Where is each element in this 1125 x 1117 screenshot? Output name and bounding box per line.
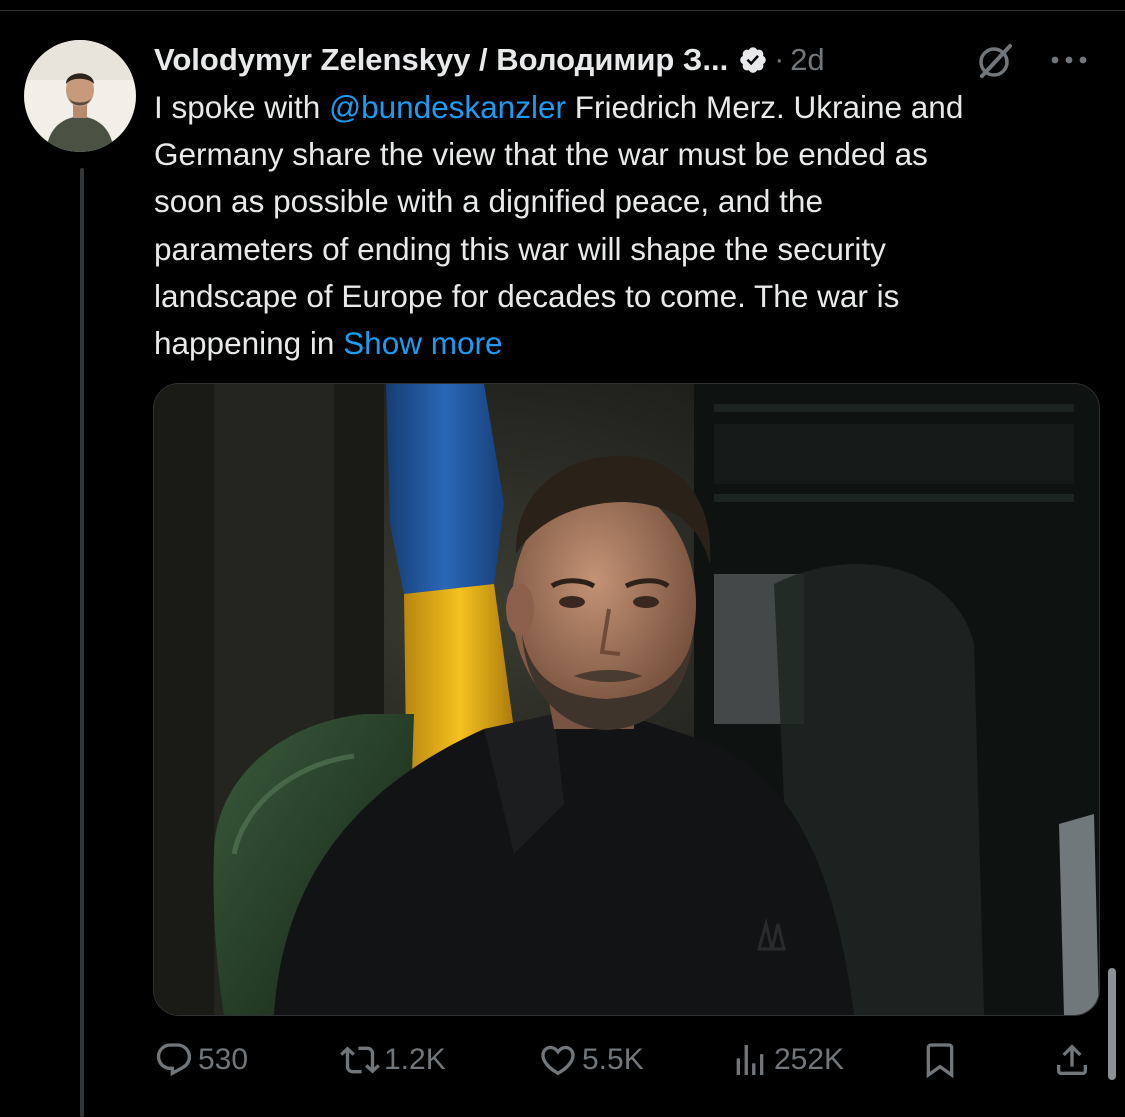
reply-icon (156, 1043, 192, 1077)
reply-button[interactable]: 530 (154, 1036, 248, 1084)
reply-count: 530 (198, 1043, 249, 1076)
tweet-media-photo[interactable] (153, 383, 1100, 1016)
like-count: 5.5K (582, 1043, 644, 1076)
tweet-timestamp[interactable]: 2d (790, 42, 824, 78)
share-icon (1057, 1044, 1087, 1075)
tweet-text: I spoke with @bundeskanzler Friedrich Me… (154, 84, 1114, 367)
repost-button[interactable]: 1.2K (340, 1036, 446, 1084)
thread-connector-line (80, 168, 84, 1117)
tweet-text-line-3: soon as possible with a dignified peace,… (154, 183, 823, 220)
repost-icon (340, 1046, 380, 1074)
text-segment: Friedrich Merz. Ukraine and (565, 89, 964, 125)
views-icon (736, 1045, 764, 1075)
text-segment: happening in (154, 325, 344, 362)
views-button[interactable]: 252K (730, 1036, 844, 1084)
tweet-text-line-5: landscape of Europe for decades to come.… (154, 277, 900, 314)
header-separator: · (774, 43, 785, 76)
more-options-icon[interactable] (1047, 42, 1091, 78)
show-more-link[interactable]: Show more (343, 325, 502, 361)
bookmark-icon (926, 1043, 954, 1079)
like-button[interactable]: 5.5K (538, 1036, 644, 1084)
verified-badge-icon[interactable] (738, 45, 768, 75)
tweet-text-line-4: parameters of ending this war will shape… (154, 230, 886, 267)
photo-illustration (154, 384, 1099, 1015)
repost-count: 1.2K (384, 1043, 446, 1076)
text-segment: I spoke with (154, 89, 330, 125)
tweet-text-line-6: happening in Show more (154, 320, 1114, 367)
grok-icon[interactable] (974, 40, 1016, 82)
mention-link[interactable]: @bundeskanzler (329, 89, 566, 125)
share-button[interactable] (1052, 1036, 1092, 1084)
action-bar: 530 1.2K 5.5K 252K (154, 1036, 1094, 1084)
bookmark-button[interactable] (920, 1036, 960, 1084)
avatar[interactable] (24, 40, 136, 152)
author-name[interactable]: Volodymyr Zelenskyy / Володимир З... (154, 42, 728, 78)
scrollbar-thumb[interactable] (1108, 968, 1116, 1080)
like-icon (541, 1045, 575, 1076)
tweet-text-line-2: Germany share the view that the war must… (154, 136, 928, 173)
tweet-text-line-1: I spoke with @bundeskanzler Friedrich Me… (154, 84, 1114, 131)
top-divider (0, 10, 1125, 11)
avatar-image (24, 40, 136, 152)
tweet-header: Volodymyr Zelenskyy / Володимир З... · 2… (154, 38, 1104, 82)
view-count: 252K (774, 1043, 845, 1076)
